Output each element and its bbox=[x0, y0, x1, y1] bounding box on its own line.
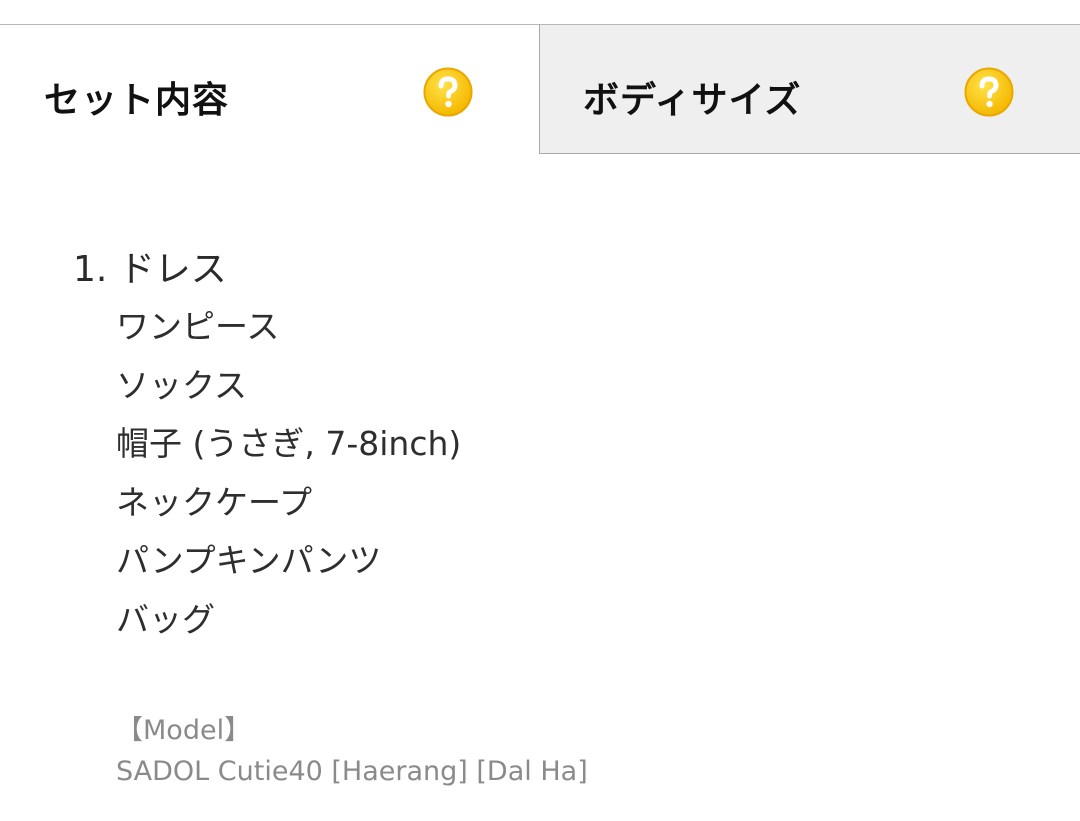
list-item: バッグ bbox=[116, 599, 215, 639]
list-item: 帽子 (うさぎ, 7-8inch) bbox=[116, 424, 462, 463]
list-item: ネックケープ bbox=[116, 482, 313, 522]
item-heading: 1. ドレス bbox=[73, 249, 227, 290]
tab-body-size[interactable]: ボディサイズ bbox=[539, 24, 1080, 154]
list-item: ソックス bbox=[116, 365, 248, 405]
model-name: SADOL Cutie40 [Haerang] [Dal Ha] bbox=[116, 756, 588, 787]
tab-bar: セット内容 ボディサイズ bbox=[0, 24, 1080, 156]
tab-set-contents-label: セット内容 bbox=[44, 80, 230, 121]
question-circle-icon[interactable] bbox=[423, 67, 473, 117]
model-label: 【Model】 bbox=[116, 715, 252, 746]
list-item: ワンピース bbox=[116, 307, 280, 346]
tab-set-contents[interactable]: セット内容 bbox=[0, 24, 539, 155]
sub-item-list: ワンピース ソックス 帽子 (うさぎ, 7-8inch) ネックケープ パンプキ… bbox=[116, 306, 461, 657]
question-circle-icon[interactable] bbox=[964, 67, 1014, 117]
list-item: パンプキンパンツ bbox=[116, 541, 382, 580]
tab-body-size-label: ボディサイズ bbox=[583, 80, 802, 121]
